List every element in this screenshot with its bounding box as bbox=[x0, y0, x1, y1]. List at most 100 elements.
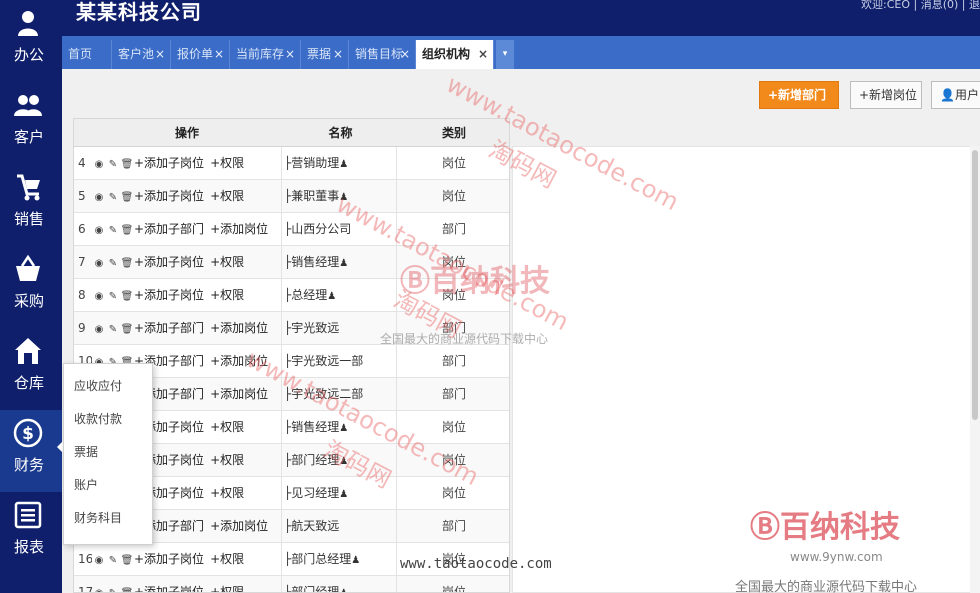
close-icon[interactable]: × bbox=[155, 40, 165, 69]
delete-icon[interactable]: 🗑 bbox=[120, 313, 134, 345]
view-icon[interactable]: ◉ bbox=[92, 544, 106, 576]
row-number: 6 bbox=[78, 222, 86, 236]
view-icon[interactable]: ◉ bbox=[92, 214, 106, 246]
delete-icon[interactable]: 🗑 bbox=[120, 181, 134, 213]
delete-icon[interactable]: 🗑 bbox=[120, 577, 134, 592]
nav-purchase-label: 采购 bbox=[13, 292, 44, 310]
close-icon[interactable]: × bbox=[285, 40, 295, 69]
watermark-bottom-url: www.taotaocode.com bbox=[400, 556, 552, 572]
row-number: 7 bbox=[78, 255, 86, 269]
table-header: 操作 名称 类别 bbox=[74, 119, 509, 147]
edit-icon[interactable]: ✎ bbox=[106, 313, 120, 345]
add-child-link[interactable]: +添加子岗位 bbox=[134, 156, 204, 170]
add-child-link[interactable]: +添加子部门 bbox=[134, 321, 204, 335]
secondary-op-link[interactable]: +添加岗位 bbox=[210, 387, 268, 401]
view-icon[interactable]: ◉ bbox=[92, 280, 106, 312]
col-header-name: 名称 bbox=[328, 126, 353, 140]
tab-sales-target[interactable]: 销售目标 × bbox=[349, 40, 416, 69]
nav-office[interactable]: 办公 bbox=[0, 0, 62, 82]
table-row[interactable]: 17◉✎🗑+添加子岗位 +权限 ├部门经理♟ 岗位 bbox=[74, 576, 509, 592]
edit-icon[interactable]: ✎ bbox=[106, 214, 120, 246]
watermark-logo-bottom-text: 百纳科技 bbox=[780, 510, 900, 545]
secondary-op-link[interactable]: +权限 bbox=[210, 486, 244, 500]
delete-icon[interactable]: 🗑 bbox=[120, 544, 134, 576]
nav-purchase[interactable]: 采购 bbox=[0, 246, 62, 328]
cart-icon bbox=[17, 174, 40, 201]
dollar-icon: $ bbox=[13, 418, 43, 448]
person-icon: ♟ bbox=[339, 159, 349, 170]
add-post-button[interactable]: +新增岗位 bbox=[850, 81, 922, 109]
edit-icon[interactable]: ✎ bbox=[106, 544, 120, 576]
view-icon[interactable]: ◉ bbox=[92, 313, 106, 345]
close-icon[interactable]: × bbox=[400, 40, 410, 69]
nav-warehouse[interactable]: 仓库 bbox=[0, 328, 62, 410]
secondary-op-link[interactable]: +添加岗位 bbox=[210, 222, 268, 236]
tab-dropdown-icon[interactable]: ▾ bbox=[496, 40, 514, 69]
view-icon[interactable]: ◉ bbox=[92, 577, 106, 592]
secondary-op-link[interactable]: +权限 bbox=[210, 453, 244, 467]
add-child-link[interactable]: +添加子岗位 bbox=[134, 552, 204, 566]
secondary-op-link[interactable]: +权限 bbox=[210, 552, 244, 566]
tab-customer-pool[interactable]: 客户池 × bbox=[112, 40, 171, 69]
table-row[interactable]: 5 ◉ ✎ 🗑+添加子岗位 +权限 ├兼职董事♟ 岗位 bbox=[74, 180, 509, 213]
watermark-logo: Ⓑ百纳科技 bbox=[400, 256, 550, 300]
row-operations: ◉✎🗑+添加子岗位 +权限 bbox=[92, 543, 282, 576]
row-type: 部门 bbox=[441, 519, 466, 533]
view-icon[interactable]: ◉ bbox=[92, 148, 106, 180]
secondary-op-link[interactable]: +添加岗位 bbox=[210, 321, 268, 335]
add-child-link[interactable]: +添加子岗位 bbox=[134, 585, 204, 592]
row-number: 16 bbox=[78, 552, 92, 566]
secondary-op-link[interactable]: +权限 bbox=[210, 420, 244, 434]
delete-icon[interactable]: 🗑 bbox=[120, 214, 134, 246]
delete-icon[interactable]: 🗑 bbox=[120, 247, 134, 279]
delete-icon[interactable]: 🗑 bbox=[120, 148, 134, 180]
menu-item-bills[interactable]: 票据 bbox=[64, 436, 152, 469]
secondary-op-link[interactable]: +权限 bbox=[210, 255, 244, 269]
add-child-link[interactable]: +添加子岗位 bbox=[134, 288, 204, 302]
edit-icon[interactable]: ✎ bbox=[106, 280, 120, 312]
tab-bills[interactable]: 票据 × bbox=[301, 40, 349, 69]
close-icon[interactable]: × bbox=[478, 40, 488, 69]
scrollbar-thumb[interactable] bbox=[972, 150, 978, 420]
menu-item-receivable-payable[interactable]: 应收应付 bbox=[64, 370, 152, 403]
edit-icon[interactable]: ✎ bbox=[106, 181, 120, 213]
close-icon[interactable]: × bbox=[333, 40, 343, 69]
secondary-op-link[interactable]: +权限 bbox=[210, 288, 244, 302]
secondary-op-link[interactable]: +权限 bbox=[210, 585, 244, 592]
edit-icon[interactable]: ✎ bbox=[106, 247, 120, 279]
menu-item-accounts[interactable]: 账户 bbox=[64, 469, 152, 502]
user-button[interactable]: 👤用户 bbox=[931, 81, 980, 109]
add-department-button[interactable]: +新增部门 bbox=[759, 81, 839, 109]
add-child-link[interactable]: +添加子部门 bbox=[134, 222, 204, 236]
tab-quotation[interactable]: 报价单 × bbox=[171, 40, 230, 69]
nav-customers[interactable]: 客户 bbox=[0, 82, 62, 164]
edit-icon[interactable]: ✎ bbox=[106, 577, 120, 592]
close-icon[interactable]: × bbox=[214, 40, 224, 69]
secondary-op-link[interactable]: +添加岗位 bbox=[210, 519, 268, 533]
add-child-link[interactable]: +添加子岗位 bbox=[134, 255, 204, 269]
table-row[interactable]: 4 ◉ ✎ 🗑+添加子岗位 +权限 ├营销助理♟ 岗位 bbox=[74, 147, 509, 180]
delete-icon[interactable]: 🗑 bbox=[120, 280, 134, 312]
nav-reports[interactable]: 报表 bbox=[0, 492, 62, 574]
secondary-op-link[interactable]: +权限 bbox=[210, 189, 244, 203]
menu-item-finance-subjects[interactable]: 财务科目 bbox=[64, 502, 152, 535]
user-info[interactable]: 欢迎:CEO | 消息(0) | 退 bbox=[861, 0, 980, 12]
view-icon[interactable]: ◉ bbox=[92, 247, 106, 279]
tab-current-stock[interactable]: 当前库存 × bbox=[230, 40, 301, 69]
view-icon[interactable]: ◉ bbox=[92, 181, 106, 213]
edit-icon[interactable]: ✎ bbox=[106, 148, 120, 180]
person-icon: ♟ bbox=[327, 291, 337, 302]
nav-sales[interactable]: 销售 bbox=[0, 164, 62, 246]
row-type: 岗位 bbox=[441, 189, 466, 203]
watermark-tagline: 全国最大的商业源代码下载中心 bbox=[380, 332, 549, 346]
secondary-op-link[interactable]: +权限 bbox=[210, 156, 244, 170]
nav-warehouse-label: 仓库 bbox=[13, 374, 44, 392]
nav-finance[interactable]: $ 财务 bbox=[0, 410, 62, 492]
add-child-link[interactable]: +添加子岗位 bbox=[134, 189, 204, 203]
menu-item-receipts-payments[interactable]: 收款付款 bbox=[64, 403, 152, 436]
tab-customer-pool-label: 客户池 bbox=[118, 47, 155, 61]
table-row[interactable]: 6 ◉ ✎ 🗑+添加子部门 +添加岗位 ├山西分公司 部门 bbox=[74, 213, 509, 246]
tab-organization[interactable]: 组织机构 × bbox=[416, 40, 494, 69]
tab-home[interactable]: 首页 bbox=[62, 40, 112, 69]
logo-badge-icon: Ⓑ bbox=[750, 510, 780, 545]
